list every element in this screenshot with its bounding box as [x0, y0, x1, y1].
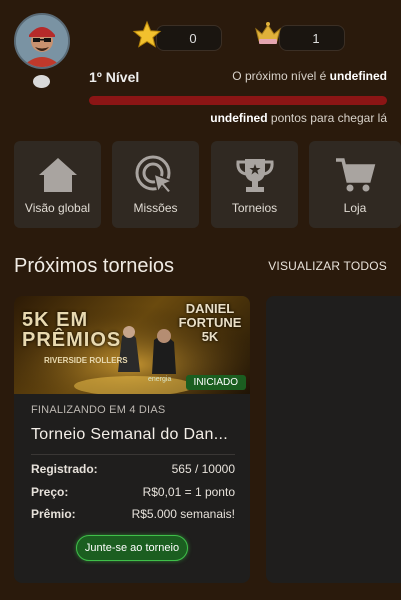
sponsor-logo: energia [148, 376, 172, 383]
tournament-title: Torneio Semanal do Dan... [31, 426, 228, 443]
next-level-text: O próximo nível é undefined [232, 69, 387, 83]
view-all-link[interactable]: VISUALIZAR TODOS [268, 259, 387, 273]
target-cursor-icon [135, 155, 174, 194]
section-title: Próximos torneios [14, 255, 175, 277]
star-icon [132, 20, 162, 48]
level-title: 1º Nível [89, 69, 140, 85]
tournament-card-partial[interactable] [266, 296, 401, 583]
price-label: Preço: [31, 485, 69, 499]
banner-text-left: 5K EM PRÊMIOS [22, 309, 122, 351]
nav-tile-label: Torneios [231, 201, 278, 215]
nav-tile-label: Missões [133, 201, 178, 215]
points-suffix: pontos para chegar lá [270, 111, 387, 125]
registered-value: 565 / 10000 [171, 462, 235, 476]
prize-value: R$5.000 semanais! [131, 507, 235, 521]
prize-label: Prêmio: [31, 507, 76, 521]
avatar[interactable] [14, 13, 70, 69]
crown-icon [255, 22, 281, 44]
crowns-counter: 1 [279, 25, 345, 51]
card-divider [31, 454, 235, 455]
home-icon [38, 158, 77, 192]
nav-tile-shop[interactable]: Loja [309, 141, 401, 228]
tournament-card[interactable]: 5K EM PRÊMIOS RIVERSIDE ROLLERS DANIEL F… [14, 296, 250, 583]
shopping-cart-icon [336, 158, 376, 192]
trophy-icon [235, 159, 274, 192]
nav-tile-tournaments[interactable]: Torneios [211, 141, 298, 228]
nav-tile-label: Visão global [24, 201, 91, 215]
banner-text-right: DANIEL FORTUNE 5K [178, 301, 242, 344]
nav-tile-label: Loja [343, 201, 367, 215]
price-row: Preço: R$0,01 = 1 ponto [31, 485, 235, 499]
registered-label: Registrado: [31, 462, 98, 476]
price-value: R$0,01 = 1 ponto [142, 485, 235, 499]
points-value: undefined [210, 111, 268, 125]
banner-subtext: RIVERSIDE ROLLERS [44, 356, 128, 365]
tournament-banner: 5K EM PRÊMIOS RIVERSIDE ROLLERS DANIEL F… [14, 296, 250, 394]
join-tournament-button[interactable]: Junte-se ao torneio [76, 535, 188, 561]
stars-counter: 0 [156, 25, 222, 51]
level-progress-bar [89, 96, 387, 105]
points-remaining-text: undefined pontos para chegar lá [210, 111, 387, 125]
nav-tile-overview[interactable]: Visão global [14, 141, 101, 228]
crowns-count: 1 [312, 30, 320, 46]
ends-in-text: FINALIZANDO EM 4 DIAS [31, 404, 166, 416]
next-level-prefix: O próximo nível é [232, 69, 327, 83]
nav-tile-missions[interactable]: Missões [112, 141, 199, 228]
next-level-value: undefined [329, 69, 387, 83]
stars-count: 0 [189, 30, 197, 46]
level-indicator [33, 75, 50, 88]
registered-row: Registrado: 565 / 10000 [31, 462, 235, 476]
status-badge: INICIADO [185, 375, 246, 390]
avatar-illustration [16, 15, 68, 67]
prize-row: Prêmio: R$5.000 semanais! [31, 507, 235, 521]
